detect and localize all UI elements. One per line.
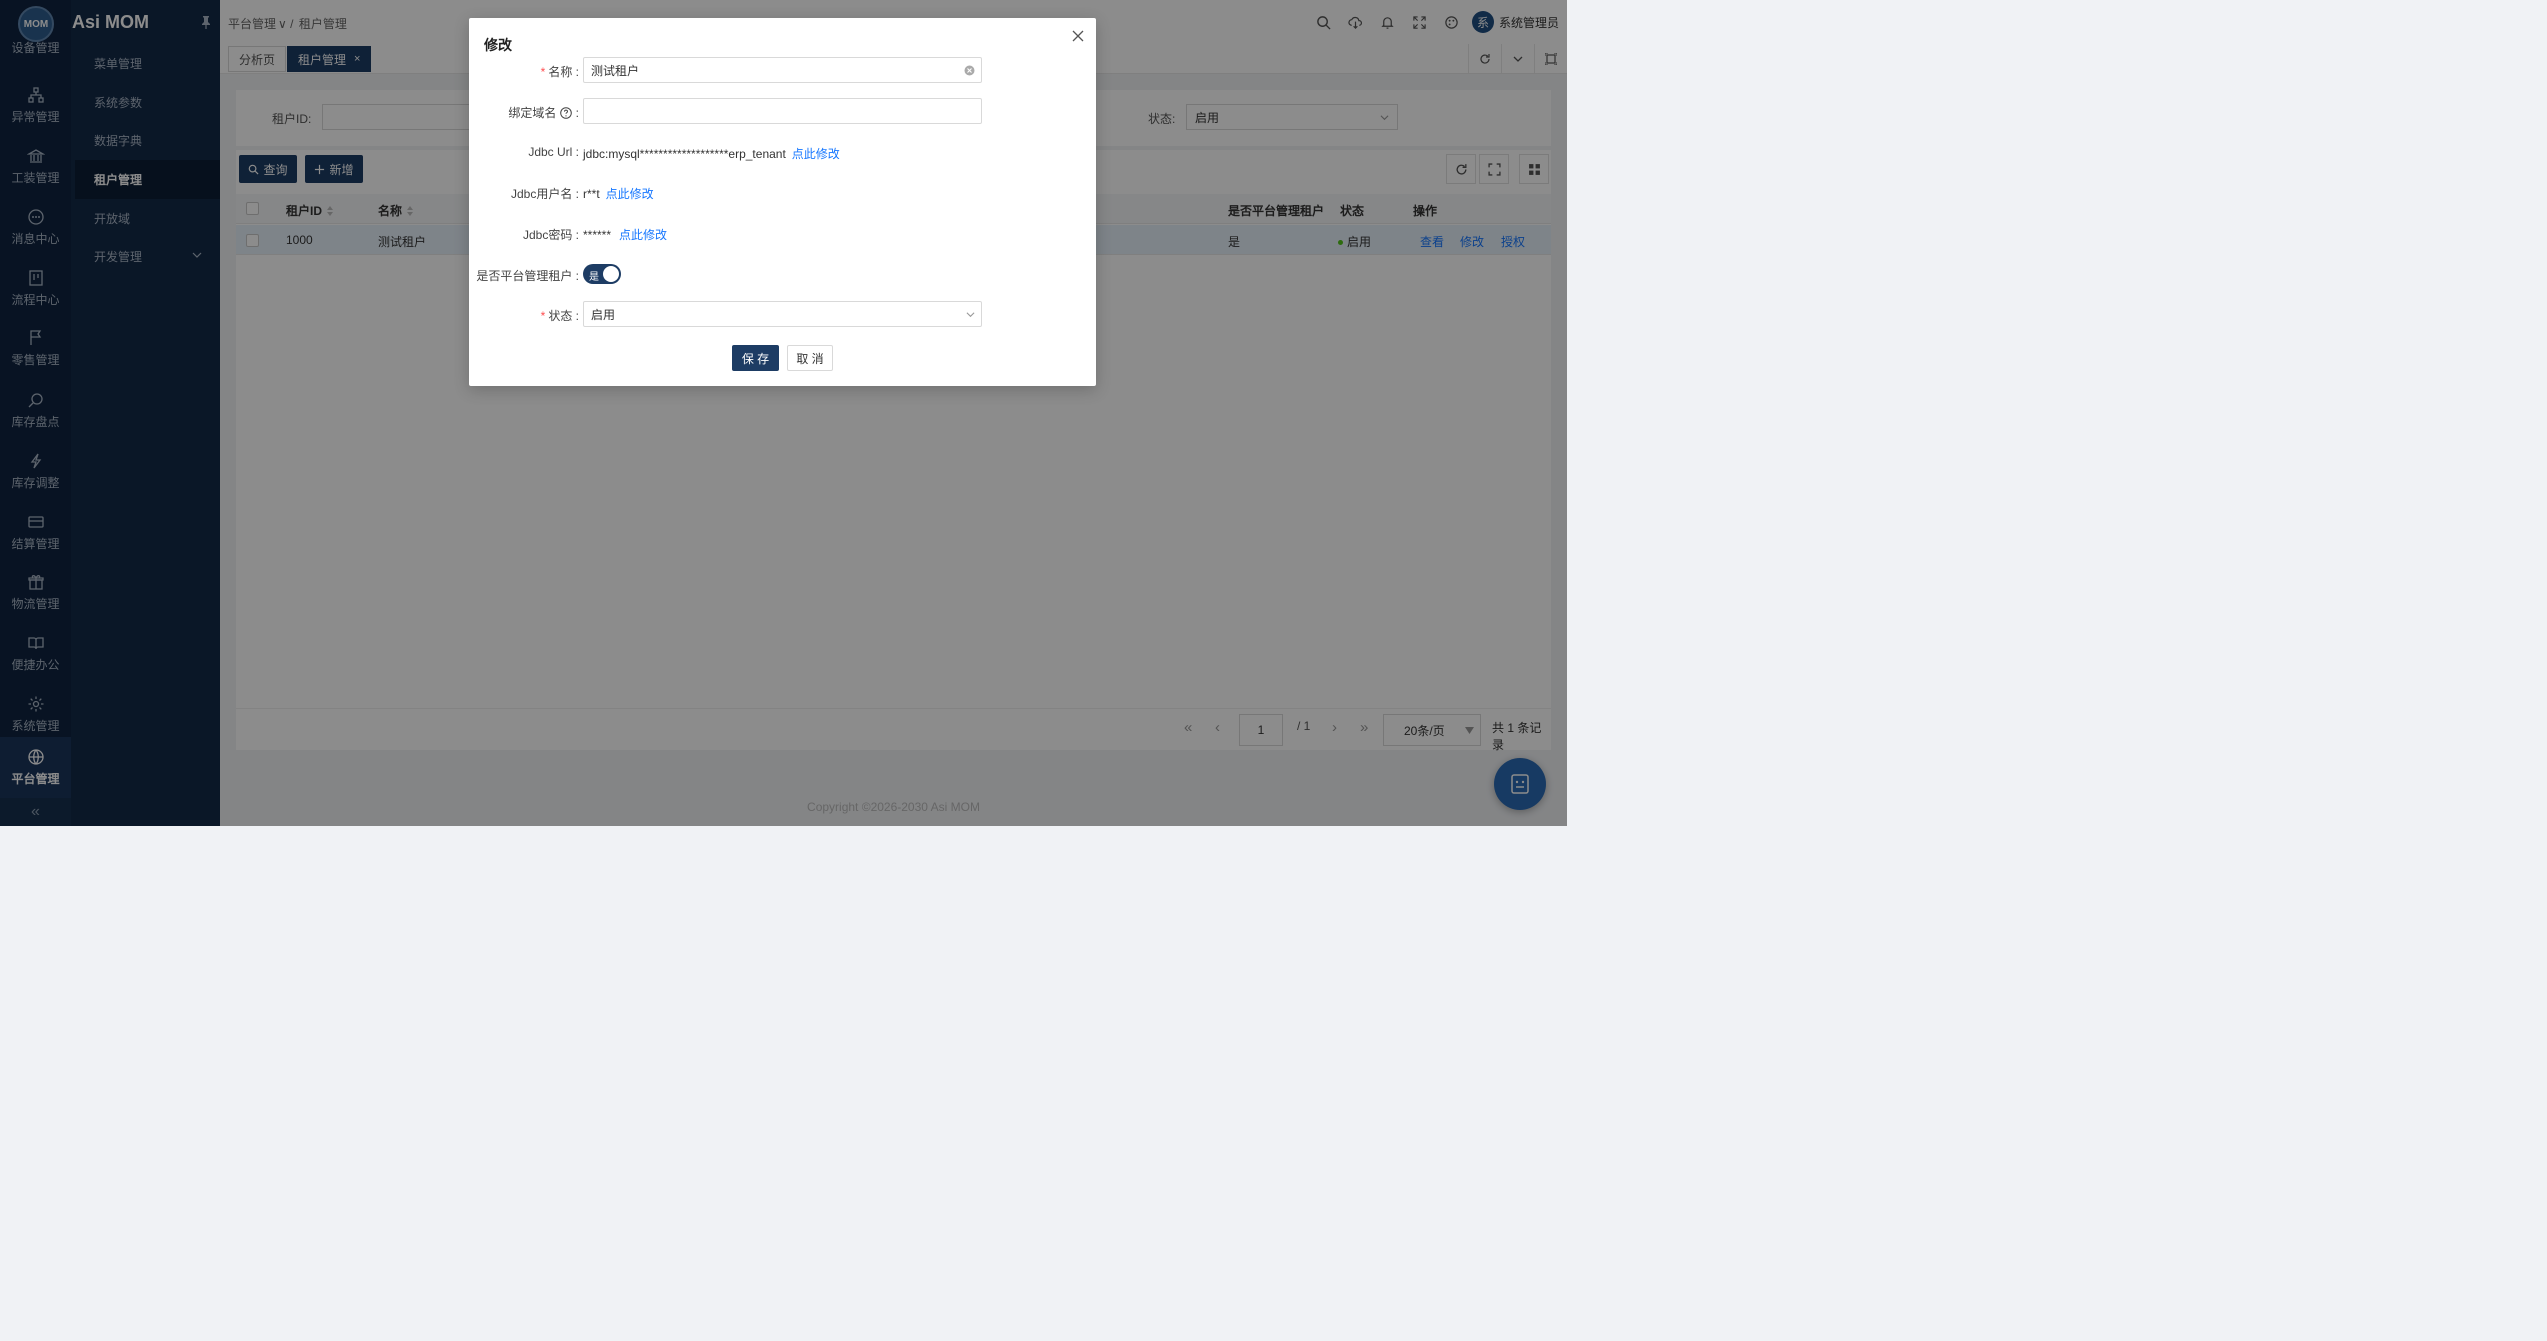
toggle-knob xyxy=(603,266,619,282)
edit-jdbc-url-link[interactable]: 点此修改 xyxy=(792,147,840,161)
label-text: Jdbc Url xyxy=(528,145,573,159)
domain-field[interactable] xyxy=(583,98,982,124)
name-value: 测试租户 xyxy=(591,63,640,78)
label-text: 绑定域名 xyxy=(508,106,557,120)
label-text: 名称 xyxy=(548,65,573,79)
jdbc-url-value: jdbc:mysql*******************erp_tenant 点… xyxy=(583,145,840,162)
label-text: Jdbc用户名 xyxy=(510,187,573,201)
status-value: 启用 xyxy=(591,307,616,322)
required-mark: * xyxy=(540,65,546,79)
status-select[interactable]: 启用 xyxy=(583,301,982,327)
jdbc-password-label: Jdbc密码 : xyxy=(522,228,579,242)
name-label: * 名称 : xyxy=(540,65,579,79)
close-icon[interactable] xyxy=(1071,29,1085,43)
platform-tenant-toggle[interactable]: 是 xyxy=(583,264,621,284)
jdbc-user-label: Jdbc用户名 : xyxy=(510,187,579,201)
value-text: r**t xyxy=(583,187,600,201)
label-text: 是否平台管理租户 xyxy=(476,269,573,283)
name-field[interactable]: 测试租户 xyxy=(583,57,982,83)
label-text: Jdbc密码 xyxy=(522,228,573,242)
jdbc-password-value: ****** 点此修改 xyxy=(583,226,667,243)
label-text: 状态 xyxy=(548,309,573,323)
clear-icon[interactable] xyxy=(964,65,975,76)
status-label: * 状态 : xyxy=(540,309,579,323)
help-icon[interactable] xyxy=(560,107,573,119)
edit-tenant-modal: 修改 * 名称 : 测试租户 绑定域名 : Jdbc Url : jdbc:mys… xyxy=(469,18,1096,386)
jdbc-user-value: r**t 点此修改 xyxy=(583,185,654,202)
jdbc-url-label: Jdbc Url : xyxy=(528,145,579,159)
edit-jdbc-password-link[interactable]: 点此修改 xyxy=(619,228,667,242)
cancel-button[interactable]: 取 消 xyxy=(787,345,833,371)
chevron-down-icon xyxy=(966,312,975,318)
platform-tenant-label: 是否平台管理租户 : xyxy=(476,269,579,283)
value-text: jdbc:mysql*******************erp_tenant xyxy=(583,147,786,161)
required-mark: * xyxy=(540,309,546,323)
edit-jdbc-user-link[interactable]: 点此修改 xyxy=(606,187,654,201)
toggle-label: 是 xyxy=(589,272,599,283)
modal-title: 修改 xyxy=(484,37,512,53)
save-button[interactable]: 保 存 xyxy=(732,345,779,371)
value-text: ****** xyxy=(583,228,612,242)
domain-label: 绑定域名 : xyxy=(508,106,579,120)
